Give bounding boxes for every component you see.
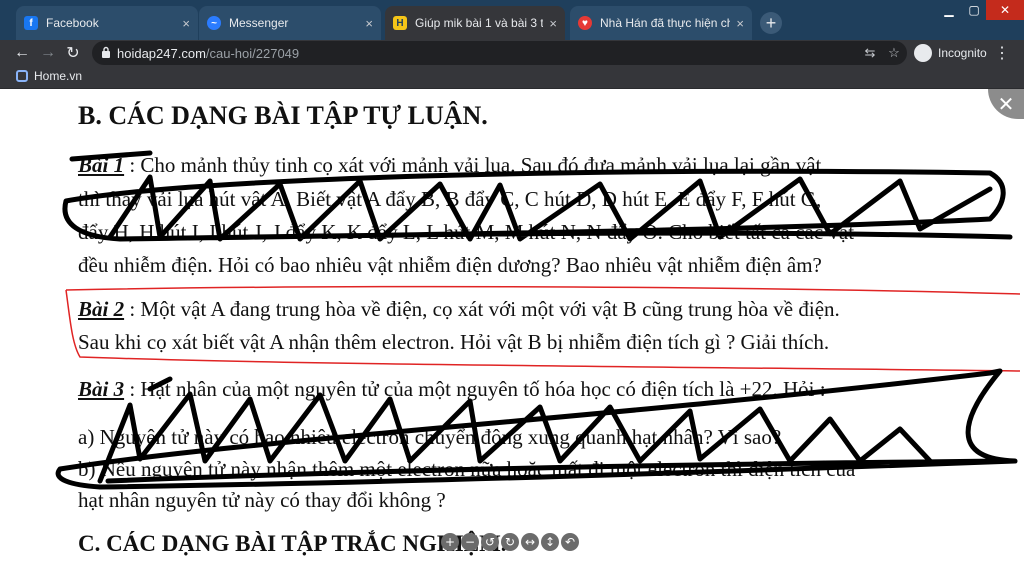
browser-window: f Facebook × ~ Messenger × H Giúp mik bà… — [0, 0, 1024, 564]
translate-icon[interactable]: ⇆ — [862, 45, 878, 61]
forward-icon[interactable]: → — [38, 43, 58, 63]
close-tab-icon[interactable]: × — [365, 16, 373, 31]
bai2-line-2: Sau khi cọ xát biết vật A nhận thêm elec… — [78, 330, 830, 354]
tab-title: Facebook — [46, 16, 99, 30]
page-content: B. CÁC DẠNG BÀI TẬP TỰ LUẬN. Bài 1 : Cho… — [0, 89, 1024, 564]
incognito-label: Incognito — [938, 46, 987, 60]
bai2-label: Bài 2 — [78, 297, 125, 321]
star-icon[interactable]: ☆ — [886, 45, 902, 61]
bai1-line-1: Bài 1 : Cho mảnh thủy tinh cọ xát với mả… — [78, 153, 821, 178]
bai3-line-1: Bài 3 : Hạt nhân của một nguyên tử của m… — [78, 377, 826, 402]
worksheet-image: B. CÁC DẠNG BÀI TẬP TỰ LUẬN. Bài 1 : Cho… — [0, 89, 1024, 564]
flip-vertical-icon[interactable]: ↕ — [541, 533, 559, 551]
incognito-indicator[interactable]: Incognito — [914, 43, 987, 63]
close-tab-icon[interactable]: × — [182, 16, 190, 31]
address-bar[interactable]: hoidap247.com/cau-hoi/227049 ⇆ ☆ — [92, 41, 907, 65]
rotate-right-icon[interactable]: ↻ — [501, 533, 519, 551]
bai2-text-1: : Một vật A đang trung hòa về điện, cọ x… — [124, 297, 840, 321]
tab-title: Messenger — [229, 16, 289, 30]
reload-icon[interactable]: ↻ — [63, 43, 83, 63]
bai1-label: Bài 1 — [78, 153, 125, 177]
url-path: /cau-hoi/227049 — [205, 46, 300, 61]
zoom-in-icon[interactable]: + — [441, 533, 459, 551]
maximize-icon[interactable]: ▢ — [962, 0, 986, 20]
tab-strip: f Facebook × ~ Messenger × H Giúp mik bà… — [0, 0, 1024, 40]
new-tab-button[interactable]: + — [760, 12, 782, 34]
bai3-label: Bài 3 — [78, 377, 125, 401]
heart-icon: ♥ — [578, 16, 592, 30]
section-b-heading: B. CÁC DẠNG BÀI TẬP TỰ LUẬN. — [78, 101, 488, 130]
bai1-line-2: thì thấy vải lụa hút vật A. Biết vật A đ… — [78, 187, 822, 211]
hoidap-icon: H — [393, 16, 407, 30]
facebook-icon: f — [24, 16, 38, 30]
lock-icon — [102, 46, 110, 58]
bookmark-label: Home.vn — [34, 69, 83, 83]
bai1-line-4: đều nhiễm điện. Hỏi có bao nhiêu vật nhi… — [78, 253, 822, 277]
back-icon[interactable]: ← — [12, 43, 32, 63]
tab-title: Giúp mik bài 1 và bài 3 tự luận vớ — [415, 16, 544, 30]
tab-hoidap[interactable]: H Giúp mik bài 1 và bài 3 tự luận vớ × — [385, 6, 565, 40]
close-tab-icon[interactable]: × — [736, 16, 744, 31]
messenger-icon: ~ — [207, 16, 221, 30]
tab-nha-han[interactable]: ♥ Nhà Hán đã thực hiện chính sách × — [570, 6, 752, 40]
bai3-text-1: : Hạt nhân của một nguyên tử của một ngu… — [124, 377, 826, 401]
close-tab-icon[interactable]: × — [549, 16, 557, 31]
bai2-line-1: Bài 2 : Một vật A đang trung hòa về điện… — [78, 297, 840, 322]
tab-messenger[interactable]: ~ Messenger × — [199, 6, 381, 40]
minimize-icon[interactable]: ▁ — [936, 0, 962, 20]
bai1-text-1: : Cho mảnh thủy tinh cọ xát với mảnh vải… — [124, 153, 822, 177]
window-close-icon[interactable]: ✕ — [986, 0, 1024, 20]
menu-icon[interactable]: ⋮ — [994, 43, 1010, 63]
home-icon — [16, 70, 28, 82]
zoom-out-icon[interactable]: − — [461, 533, 479, 551]
bai3-line-2: a) Nguyên tử này có bao nhiêu electron c… — [78, 425, 782, 449]
url-text: hoidap247.com/cau-hoi/227049 — [117, 46, 299, 61]
bai3-line-3: b) Nếu nguyên tử này nhận thêm một elect… — [78, 457, 856, 481]
bookmarks-bar: Home.vn — [0, 66, 1024, 89]
flip-horizontal-icon[interactable]: ↔ — [521, 533, 539, 551]
image-viewer-controls: + − ↺ ↻ ↔ ↕ ↶ — [441, 533, 579, 551]
reset-icon[interactable]: ↶ — [561, 533, 579, 551]
bookmark-home-vn[interactable]: Home.vn — [16, 69, 82, 83]
url-host: hoidap247.com — [117, 46, 206, 61]
bai1-line-3: đẩy H, H hút I, I hút J, J đẩy K, K đẩy … — [78, 220, 855, 244]
rotate-left-icon[interactable]: ↺ — [481, 533, 499, 551]
toolbar: ← → ↻ hoidap247.com/cau-hoi/227049 ⇆ ☆ I… — [0, 40, 1024, 66]
incognito-icon — [914, 44, 932, 62]
tab-title: Nhà Hán đã thực hiện chính sách — [600, 16, 731, 30]
bai3-line-4: hạt nhân nguyên tử này có thay đổi không… — [78, 488, 446, 512]
tab-facebook[interactable]: f Facebook × — [16, 6, 198, 40]
